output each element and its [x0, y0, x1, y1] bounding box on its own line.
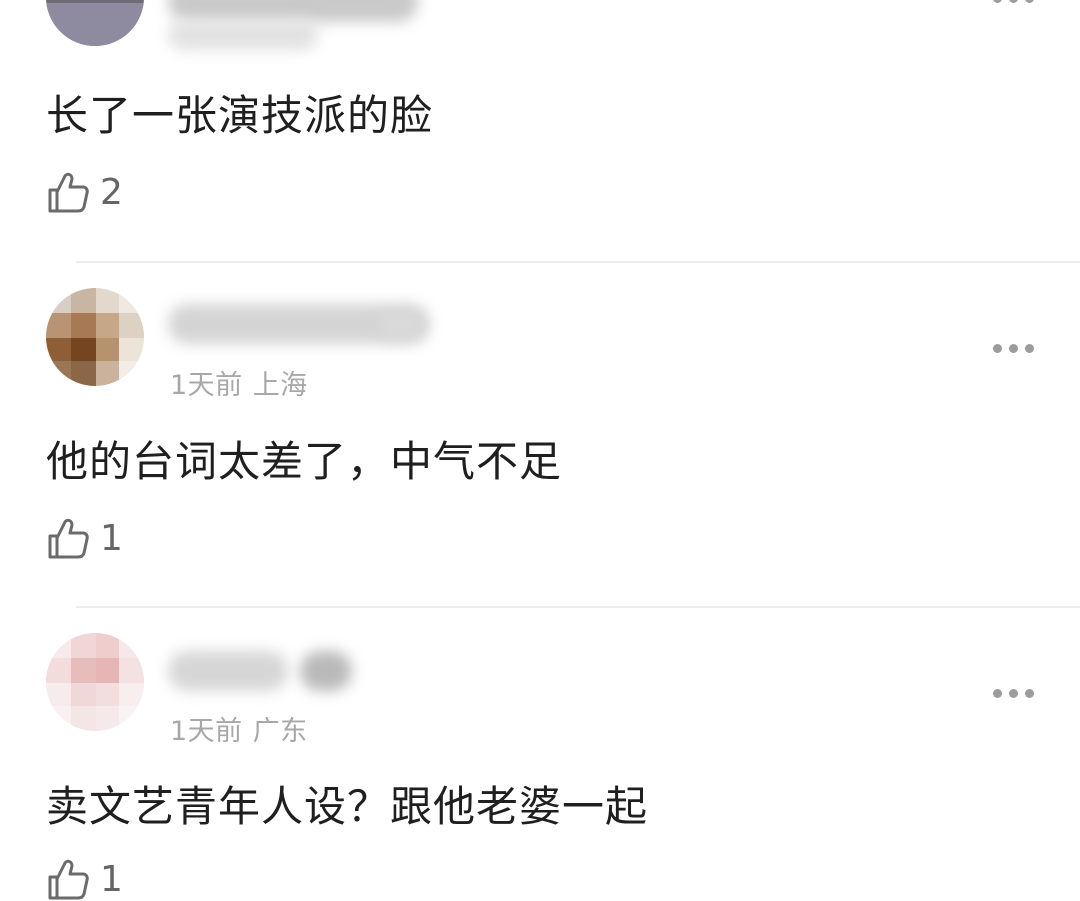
comment-meta: 1天前 上海 — [170, 363, 318, 402]
username-blurred — [300, 651, 352, 691]
comment-item: 1天前 上海 他的台词太差了，中气不足 1 — [0, 262, 1080, 607]
like-button[interactable]: 1 — [46, 857, 123, 901]
like-button[interactable]: 2 — [46, 170, 123, 214]
avatar[interactable] — [46, 288, 144, 386]
comment-text: 他的台词太差了，中气不足 — [46, 437, 563, 486]
username-blurred — [380, 312, 422, 338]
username-blurred[interactable] — [168, 0, 418, 22]
like-count: 1 — [100, 517, 123, 559]
thumbs-up-icon — [48, 172, 89, 213]
avatar[interactable] — [46, 633, 144, 731]
thumbs-up-icon — [48, 859, 89, 900]
like-count: 1 — [100, 858, 123, 900]
more-dots-icon — [993, 344, 1002, 353]
more-dots-icon — [993, 689, 1002, 698]
comment-text: 卖文艺青年人设？跟他老婆一起 — [46, 782, 649, 831]
meta-blurred — [168, 20, 318, 50]
more-dots-icon — [993, 0, 1002, 3]
more-options-button[interactable] — [993, 344, 1034, 353]
avatar[interactable] — [46, 0, 144, 46]
comment-time: 1天前 — [170, 716, 243, 747]
comment-text: 长了一张演技派的脸 — [46, 91, 434, 140]
thumbs-up-icon — [48, 518, 89, 559]
comment-location: 上海 — [252, 370, 308, 401]
comment-time: 1天前 — [170, 370, 243, 401]
like-button[interactable]: 1 — [46, 516, 123, 560]
comment-meta: 1天前 广东 — [170, 709, 318, 748]
like-count: 2 — [100, 171, 123, 213]
comment-item: 长了一张演技派的脸 2 — [0, 0, 1080, 262]
comment-location: 广东 — [252, 716, 308, 747]
comment-item: 1天前 广东 卖文艺青年人设？跟他老婆一起 1 — [0, 607, 1080, 900]
more-options-button[interactable] — [993, 0, 1034, 3]
more-options-button[interactable] — [993, 689, 1034, 698]
username-blurred[interactable] — [168, 651, 288, 691]
